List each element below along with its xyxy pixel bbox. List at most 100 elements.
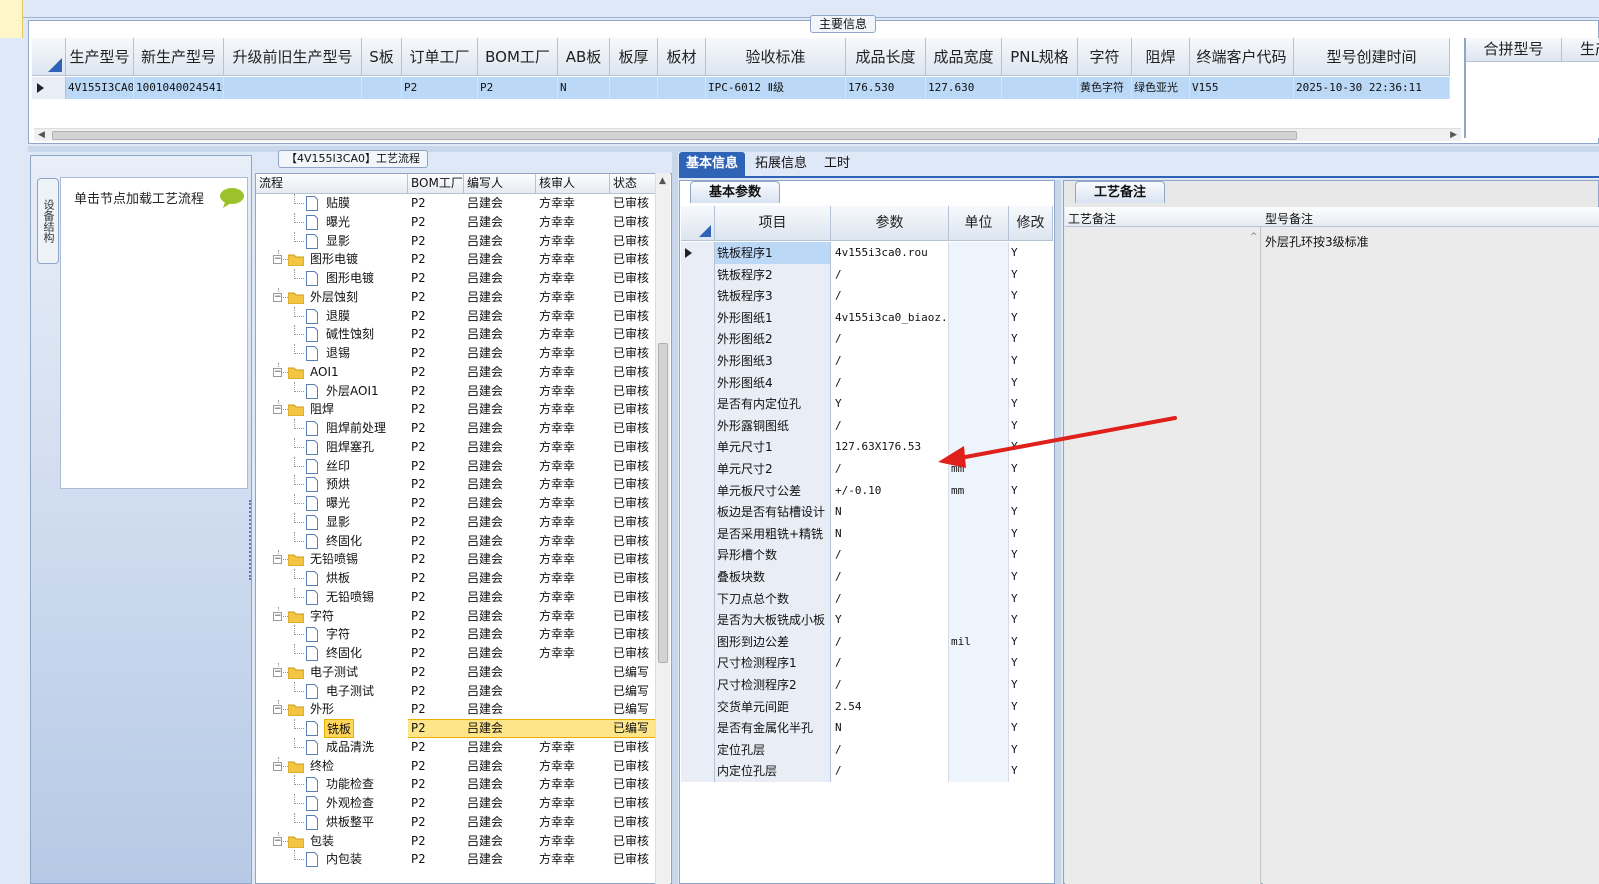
param-value-cell[interactable]: 4v155i3ca0_biaoz...: [831, 306, 949, 329]
flow-row[interactable]: 功能检查 P2 吕建会 方幸幸 已审核: [256, 775, 656, 794]
param-row[interactable]: 叠板块数 / Y: [681, 566, 1053, 588]
row-indicator[interactable]: [681, 544, 715, 567]
main-col-header[interactable]: 板材: [658, 38, 706, 76]
row-indicator[interactable]: [681, 285, 715, 308]
row-indicator[interactable]: [681, 436, 715, 459]
param-value-cell[interactable]: 2.54: [831, 695, 949, 718]
param-unit-cell[interactable]: [949, 544, 1009, 567]
flow-node-label[interactable]: 外层AOI1: [324, 382, 381, 401]
flow-node-label[interactable]: 碱性蚀刻: [324, 325, 376, 344]
process-note-header[interactable]: 工艺备注: [1068, 210, 1116, 227]
row-indicator[interactable]: [681, 458, 715, 480]
param-modify-cell[interactable]: Y: [1009, 760, 1053, 783]
flow-node-label[interactable]: 成品清洗: [324, 738, 376, 757]
flow-node-label[interactable]: 电子测试: [324, 682, 376, 701]
flow-row[interactable]: 内包装 P2 吕建会 方幸幸 已审核: [256, 850, 656, 869]
params-splitter[interactable]: [1055, 180, 1061, 884]
param-unit-cell[interactable]: [949, 674, 1009, 696]
collapse-icon[interactable]: −: [273, 667, 282, 677]
param-value-cell[interactable]: +/-0.10: [831, 479, 949, 502]
param-modify-cell[interactable]: Y: [1009, 328, 1053, 351]
flow-node-label[interactable]: 阻焊塞孔: [324, 438, 376, 457]
process-note-field[interactable]: [1065, 227, 1261, 884]
flow-row[interactable]: − 外层蚀刻 P2 吕建会 方幸幸 已审核: [256, 287, 656, 307]
flow-scroll-thumb[interactable]: [658, 343, 668, 663]
tab-basic-info[interactable]: 基本信息: [679, 152, 745, 176]
param-row[interactable]: 尺寸检测程序1/ Y: [681, 652, 1053, 675]
flow-node-label[interactable]: 功能检查: [324, 775, 376, 794]
main-cell[interactable]: 4V155I3CA0: [66, 77, 134, 99]
row-indicator[interactable]: [681, 695, 715, 718]
flow-row[interactable]: 字符 P2 吕建会 方幸幸 已审核: [256, 625, 656, 644]
collapse-icon[interactable]: −: [273, 705, 282, 715]
param-unit-cell[interactable]: [949, 738, 1009, 761]
flow-node-label[interactable]: 阻焊前处理: [324, 419, 388, 438]
param-modify-cell[interactable]: Y: [1009, 242, 1053, 264]
row-indicator[interactable]: [681, 566, 715, 588]
param-unit-cell[interactable]: [949, 609, 1009, 632]
main-cell[interactable]: 黄色字符: [1078, 77, 1132, 99]
flow-node-label[interactable]: 外观检查: [324, 794, 376, 813]
flow-node-label[interactable]: 显影: [324, 232, 352, 251]
param-modify-cell[interactable]: Y: [1009, 587, 1053, 610]
main-col-header[interactable]: S板: [362, 38, 402, 76]
param-modify-cell[interactable]: Y: [1009, 674, 1053, 696]
collapse-icon[interactable]: −: [273, 555, 282, 565]
row-indicator[interactable]: [681, 479, 715, 502]
param-row[interactable]: 外形图纸2/ Y: [681, 328, 1053, 351]
flow-row[interactable]: 显影 P2 吕建会 方幸幸 已审核: [256, 231, 656, 251]
flow-row[interactable]: 退锡 P2 吕建会 方幸幸 已审核: [256, 344, 656, 363]
collapse-icon[interactable]: −: [273, 255, 282, 265]
flow-node-label[interactable]: 显影: [324, 513, 352, 532]
flow-node-label[interactable]: 外形: [308, 700, 336, 719]
main-col-header[interactable]: 订单工厂: [402, 38, 478, 76]
param-row[interactable]: 交货单元间距 2.54 Y: [681, 695, 1053, 718]
param-row[interactable]: 是否为大板铣成小板 Y Y: [681, 609, 1053, 632]
flow-row[interactable]: 贴膜 P2 吕建会 方幸幸 已审核: [256, 194, 656, 213]
param-value-cell[interactable]: N: [831, 501, 949, 524]
flow-row[interactable]: 显影 P2 吕建会 方幸幸 已审核: [256, 512, 656, 532]
flow-row[interactable]: 成品清洗 P2 吕建会 方幸幸 已审核: [256, 737, 656, 757]
param-unit-cell[interactable]: [949, 652, 1009, 675]
param-unit-cell[interactable]: [949, 695, 1009, 718]
param-row[interactable]: 尺寸检测程序2/ Y: [681, 674, 1053, 696]
param-row[interactable]: 铣板程序3/ Y: [681, 285, 1053, 308]
param-value-cell[interactable]: /: [831, 566, 949, 588]
scroll-up-icon[interactable]: ▲: [659, 176, 666, 186]
collapse-icon[interactable]: −: [273, 405, 282, 415]
flow-row[interactable]: 外观检查 P2 吕建会 方幸幸 已审核: [256, 794, 656, 813]
param-modify-cell[interactable]: Y: [1009, 371, 1053, 394]
flow-node-label[interactable]: AOI1: [308, 363, 341, 382]
flow-node-label[interactable]: 退膜: [324, 307, 352, 326]
flow-node-label[interactable]: 终固化: [324, 644, 364, 663]
main-cell[interactable]: [362, 77, 402, 99]
param-value-cell[interactable]: 4v155i3ca0.rou: [831, 242, 949, 264]
param-modify-cell[interactable]: Y: [1009, 479, 1053, 502]
param-unit-cell[interactable]: [949, 263, 1009, 286]
flow-node-label[interactable]: 包装: [308, 832, 336, 851]
flow-row[interactable]: 曝光 P2 吕建会 方幸幸 已审核: [256, 494, 656, 513]
main-row-indicator[interactable]: [32, 77, 66, 99]
note-scroll-icon[interactable]: ^: [1250, 232, 1258, 242]
param-modify-cell[interactable]: Y: [1009, 695, 1053, 718]
main-cell[interactable]: P2: [478, 77, 558, 99]
main-col-header[interactable]: 生产型号: [66, 38, 134, 76]
param-modify-cell[interactable]: Y: [1009, 285, 1053, 308]
main-hscrollbar[interactable]: ◀ ▶: [34, 128, 1461, 141]
row-indicator[interactable]: [681, 328, 715, 351]
main-cell[interactable]: IPC-6012 Ⅱ级: [706, 77, 846, 99]
flow-node-label[interactable]: 终固化: [324, 532, 364, 551]
prod-col-header[interactable]: 生产: [1562, 38, 1599, 62]
flow-row[interactable]: 烘板整平 P2 吕建会 方幸幸 已审核: [256, 812, 656, 832]
param-value-cell[interactable]: /: [831, 544, 949, 567]
param-modify-cell[interactable]: Y: [1009, 350, 1053, 372]
main-cell[interactable]: [658, 77, 706, 99]
main-cell[interactable]: [610, 77, 658, 99]
flow-node-label[interactable]: 贴膜: [324, 194, 352, 213]
scroll-thumb[interactable]: [52, 131, 1297, 140]
param-row[interactable]: 异形槽个数 / Y: [681, 544, 1053, 567]
main-cell[interactable]: 10010400245410: [134, 77, 224, 99]
param-value-cell[interactable]: Y: [831, 609, 949, 632]
param-modify-cell[interactable]: Y: [1009, 609, 1053, 632]
param-col-header[interactable]: 参数: [831, 206, 949, 241]
